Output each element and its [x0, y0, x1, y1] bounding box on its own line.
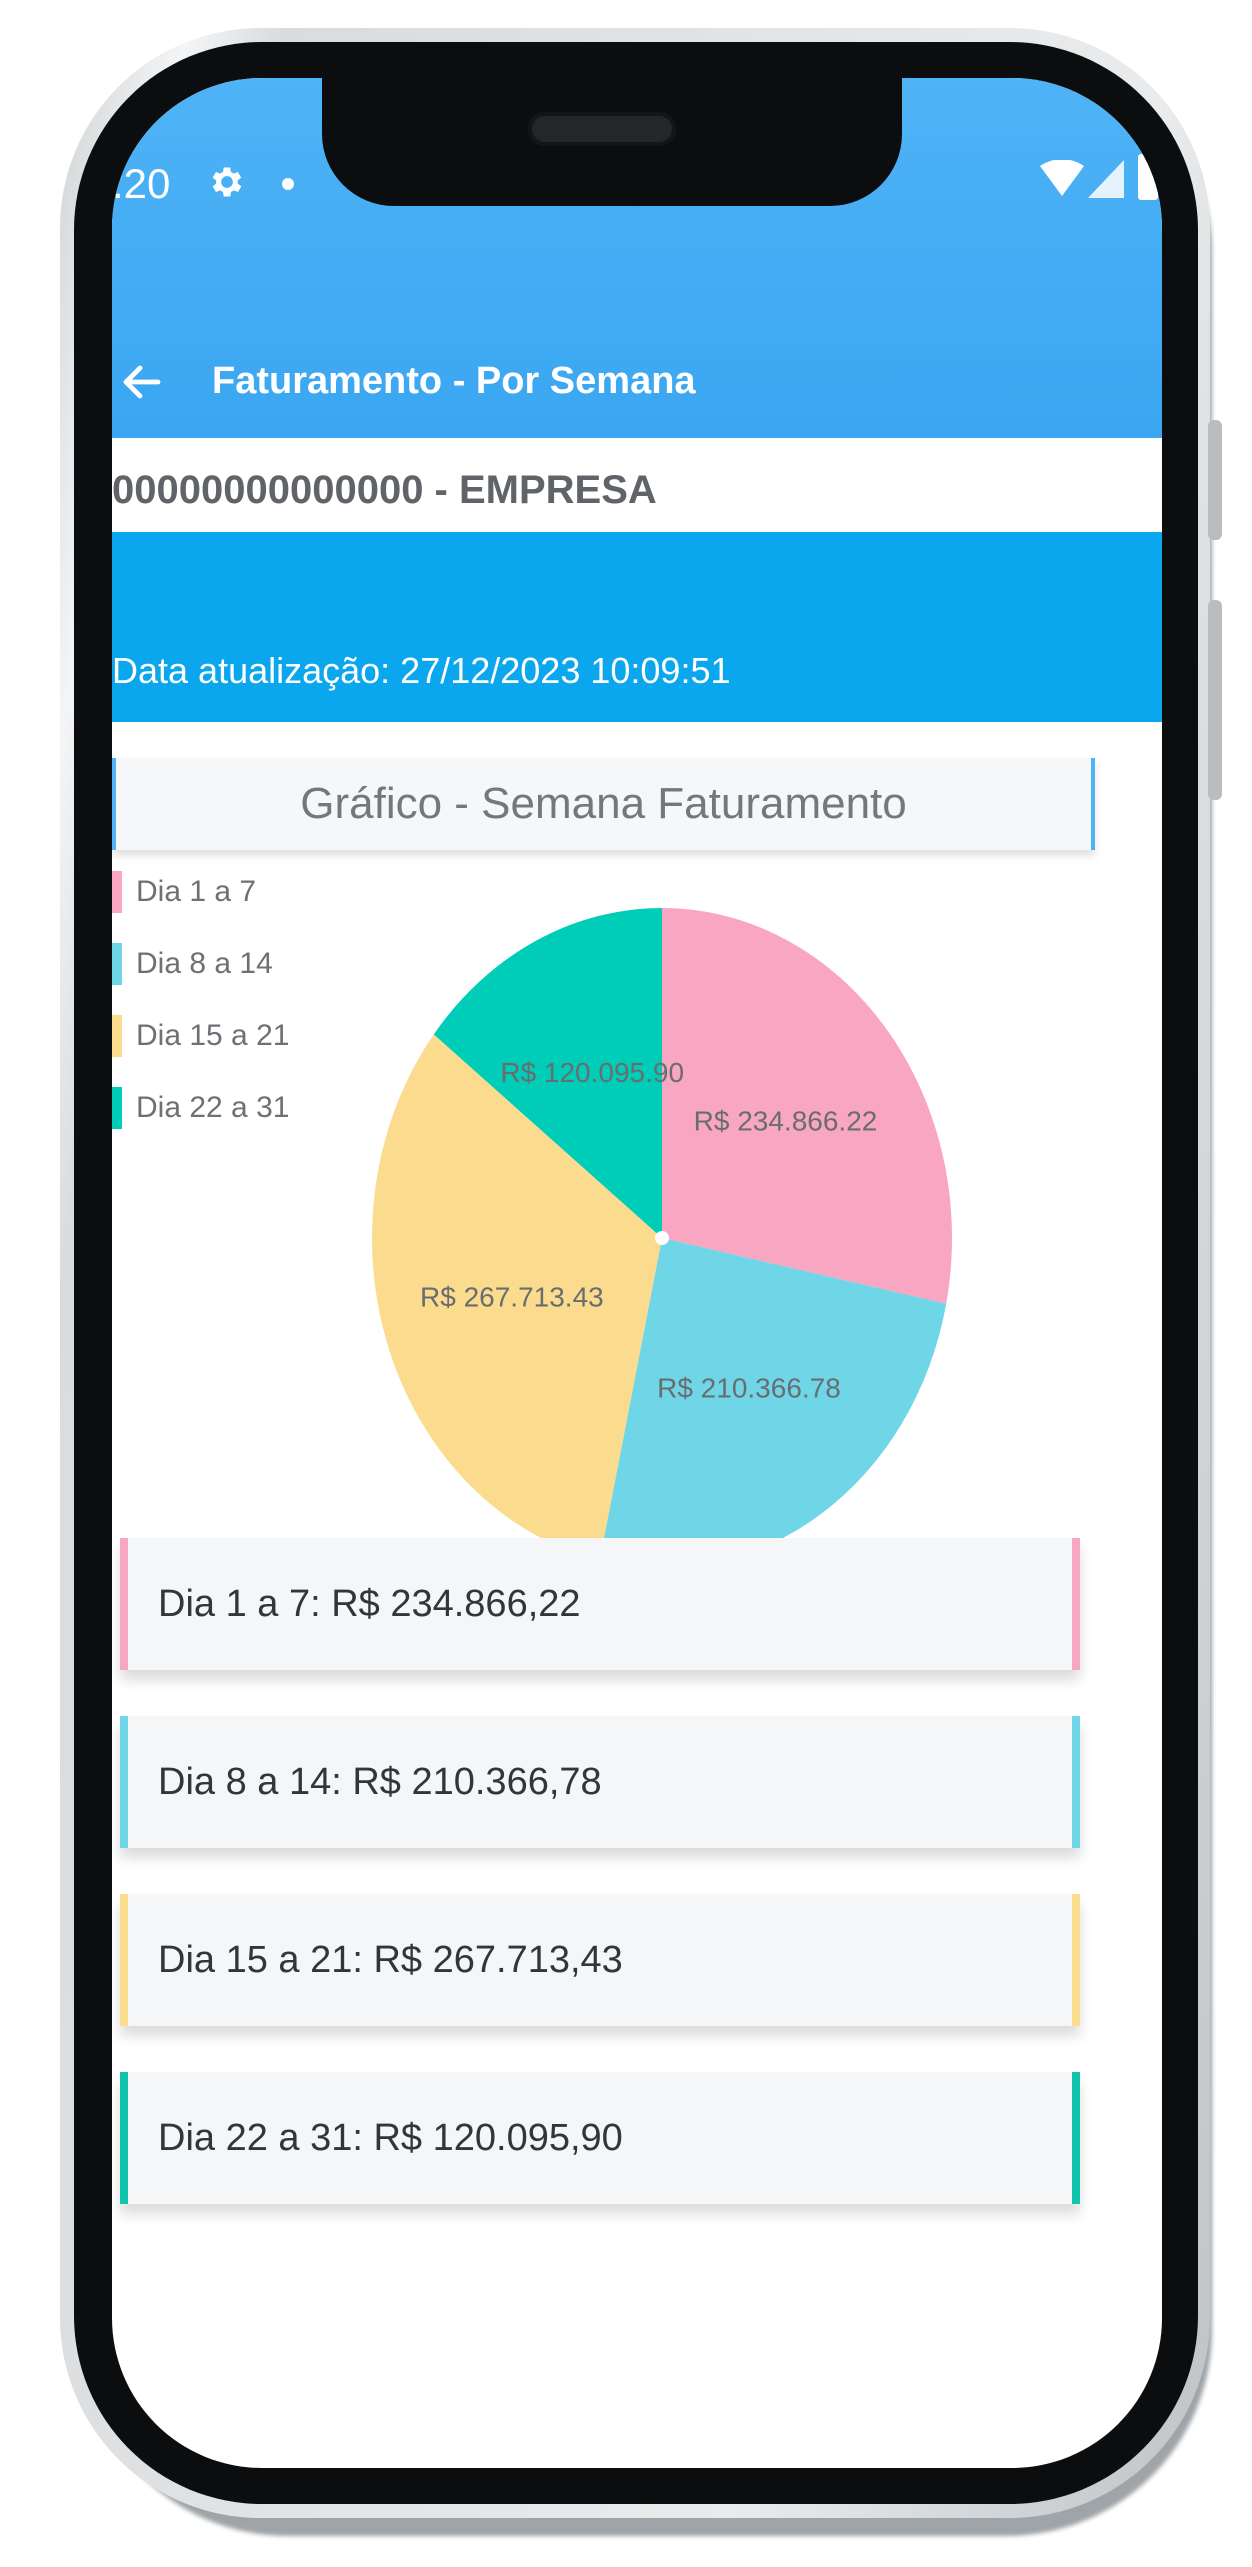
update-bar: Data atualização: 27/12/2023 10:09:51	[112, 532, 1162, 722]
summary-card-text: Dia 15 a 21: R$ 267.713,43	[158, 1938, 623, 1981]
company-bar: 00000000000000 - EMPRESA	[112, 440, 1162, 532]
phone-side-button	[1208, 600, 1222, 800]
pie-slice-label: R$ 234.866.22	[694, 1106, 878, 1137]
legend-label: Dia 1 a 7	[136, 875, 257, 908]
chart-title: Gráfico - Semana Faturamento	[300, 779, 907, 828]
summary-card[interactable]: Dia 22 a 31: R$ 120.095,90	[120, 2072, 1080, 2204]
legend-item: Dia 8 a 14	[112, 928, 289, 1000]
pie-slice-label: R$ 267.713.43	[420, 1282, 604, 1313]
gear-icon	[212, 167, 242, 197]
status-time: :20	[112, 160, 171, 207]
card-accent-right	[1072, 1716, 1080, 1848]
legend-swatch	[112, 1087, 122, 1129]
pie-slice-label: R$ 120.095.90	[500, 1057, 684, 1088]
legend-label: Dia 22 a 31	[136, 1091, 290, 1124]
company-name: 00000000000000 - EMPRESA	[112, 468, 657, 512]
legend-label: Dia 8 a 14	[136, 947, 273, 980]
battery-icon	[1138, 154, 1158, 200]
legend-item: Dia 1 a 7	[112, 856, 289, 928]
summary-card[interactable]: Dia 15 a 21: R$ 267.713,43	[120, 1894, 1080, 2026]
summary-cards: Dia 1 a 7: R$ 234.866,22 Dia 8 a 14: R$ …	[120, 1538, 1080, 2250]
summary-card[interactable]: Dia 1 a 7: R$ 234.866,22	[120, 1538, 1080, 1670]
chart-legend: Dia 1 a 7 Dia 8 a 14 Dia 15 a 21 Dia 22 …	[112, 856, 289, 1144]
card-accent-right	[1072, 1894, 1080, 2026]
notification-dot-icon	[282, 178, 294, 190]
card-accent-left	[120, 1716, 128, 1848]
card-accent-left	[120, 2072, 128, 2204]
arrow-left-icon[interactable]	[118, 358, 166, 406]
legend-item: Dia 22 a 31	[112, 1072, 289, 1144]
card-accent-left	[120, 1894, 128, 2026]
legend-swatch	[112, 943, 122, 985]
legend-label: Dia 15 a 21	[136, 1019, 290, 1052]
legend-swatch	[112, 1015, 122, 1057]
summary-card-text: Dia 22 a 31: R$ 120.095,90	[158, 2116, 623, 2159]
chart-title-box: Gráfico - Semana Faturamento	[112, 758, 1095, 850]
summary-card[interactable]: Dia 8 a 14: R$ 210.366,78	[120, 1716, 1080, 1848]
pie-slice-label: R$ 210.366.78	[657, 1373, 841, 1404]
signal-icon	[1088, 160, 1124, 198]
legend-item: Dia 15 a 21	[112, 1000, 289, 1072]
phone-screen: :20 Faturamento - Por Semana 00000000000…	[112, 78, 1162, 2468]
card-accent-right	[1072, 2072, 1080, 2204]
phone-speaker	[528, 112, 676, 146]
last-update-text: Data atualização: 27/12/2023 10:09:51	[112, 650, 731, 691]
page-title: Faturamento - Por Semana	[212, 360, 696, 402]
phone-side-button	[1208, 420, 1222, 540]
pie-chart: R$ 234.866.22 R$ 210.366.78 R$ 267.713.43 R…	[372, 908, 952, 1568]
pie-center-dot	[655, 1231, 669, 1245]
card-accent-right	[1072, 1538, 1080, 1670]
summary-card-text: Dia 1 a 7: R$ 234.866,22	[158, 1582, 581, 1625]
card-accent-left	[120, 1538, 128, 1670]
summary-card-text: Dia 8 a 14: R$ 210.366,78	[158, 1760, 602, 1803]
wifi-icon	[1040, 160, 1084, 196]
legend-swatch	[112, 871, 122, 913]
